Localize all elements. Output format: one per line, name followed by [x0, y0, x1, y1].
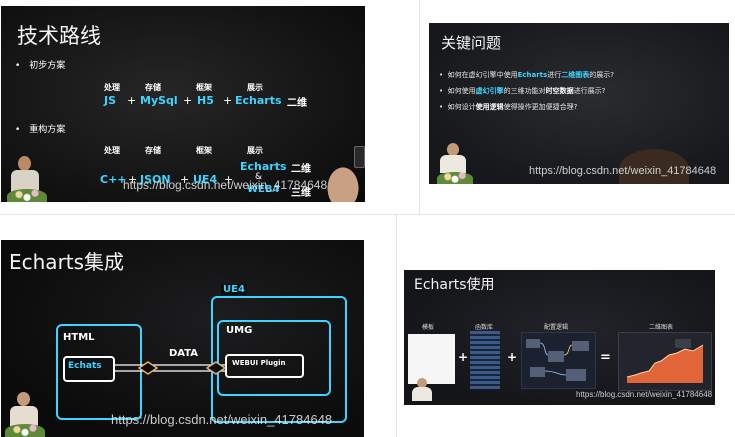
speaker-figure [3, 390, 45, 437]
header-process: 处理 [104, 83, 120, 92]
slide-tech-roadmap: 技术路线 • 初步方案 处理 存储 框架 展示 JS + MySql + H5 … [1, 6, 365, 202]
plus-sign: + [458, 350, 469, 364]
echats-label: Echats [68, 361, 102, 371]
section-label: 初步方案 [29, 61, 66, 71]
chart-panel [618, 332, 712, 391]
value-2d: 二维 [287, 98, 307, 109]
header-storage: 存储 [145, 146, 161, 155]
slide-title: Echarts集成 [9, 250, 125, 274]
label-template: 模板 [422, 324, 435, 331]
webui-plugin-label: WEBUI Plugin [232, 359, 286, 367]
issue-item: • 如何使用虚幻引擎的三维功能对时空数据进行展示? [439, 87, 606, 95]
plus-sign: + [127, 94, 137, 107]
grid-divider-vertical-bottom [396, 215, 397, 437]
issue-item: • 如何在虚幻引擎中使用Echarts进行二维图表的展示? [439, 71, 614, 79]
plus-sign: + [223, 94, 233, 107]
watermark: https://blog.csdn.net/weixin_41784648 [576, 390, 713, 399]
slide-title: Echarts使用 [414, 277, 495, 293]
area-chart-thumbnail [626, 339, 704, 383]
slide-title: 技术路线 [17, 24, 101, 48]
value-h5: H5 [197, 94, 214, 107]
flower-arrangement [437, 172, 473, 184]
node-graph [526, 339, 589, 381]
slide-title: 关键问题 [441, 34, 502, 52]
data-connector [113, 361, 227, 375]
flower-arrangement [5, 424, 45, 437]
umg-label: UMG [226, 325, 253, 336]
header-process: 处理 [104, 146, 120, 155]
label-config-logic: 配置逻辑 [544, 324, 569, 331]
header-framework: 框架 [196, 83, 212, 92]
watermark: https://blog.csdn.net/weixin_41784648 [529, 165, 717, 177]
grid-divider-vertical-top [419, 0, 420, 214]
slide-key-issues: 关键问题 • 如何在虚幻引擎中使用Echarts进行二维图表的展示? • 如何使… [429, 23, 729, 184]
config-logic-panel [521, 332, 596, 389]
plus-sign: + [183, 94, 193, 107]
ue4-label: UE4 [221, 284, 247, 295]
issue-list: • 如何在虚幻引擎中使用Echarts进行二维图表的展示? • 如何使用虚幻引擎… [439, 67, 614, 115]
data-label: DATA [169, 348, 199, 359]
watermark: https://blog.csdn.net/weixin_41784648 [123, 178, 328, 192]
equals-sign: = [600, 350, 611, 365]
plus-sign: + [507, 350, 518, 364]
header-display: 展示 [247, 83, 263, 92]
value-mysql: MySql [140, 94, 178, 107]
section-initial-plan: • 初步方案 [15, 58, 65, 71]
phone [354, 146, 365, 168]
label-function-library: 函数库 [475, 324, 494, 331]
watermark: https://blog.csdn.net/weixin_41784648 [111, 412, 333, 427]
bullet: • [15, 125, 21, 135]
value-echarts: Echarts [235, 94, 282, 107]
section-label: 重构方案 [29, 125, 66, 135]
slide-echarts-usage: Echarts使用 模板 函数库 配置逻辑 二维图表 + + = https:/… [404, 270, 715, 405]
value-js: JS [104, 94, 117, 107]
bullet: • [15, 61, 21, 71]
value-2d: 二维 [291, 164, 311, 175]
flower-arrangement [7, 189, 47, 202]
grid-divider-horizontal [0, 214, 735, 215]
speaker-figure [433, 143, 473, 184]
speaker-figure [408, 378, 438, 405]
html-label: HTML [63, 332, 95, 343]
header-storage: 存储 [145, 83, 161, 92]
value-echarts-top: Echarts [240, 160, 287, 173]
header-framework: 框架 [196, 146, 212, 155]
header-display: 展示 [247, 146, 263, 155]
slide-echarts-integration: Echarts集成 UE4 UMG WEBUI Plugin HTML Echa… [1, 240, 364, 437]
section-refactor-plan: • 重构方案 [15, 122, 65, 135]
function-library-panel [470, 331, 500, 389]
template-panel [408, 334, 455, 384]
issue-item: • 如何设计使用逻辑使得操作更加便捷合理? [439, 103, 578, 111]
label-2d-chart: 二维图表 [649, 324, 674, 331]
speaker-figure [5, 156, 47, 202]
